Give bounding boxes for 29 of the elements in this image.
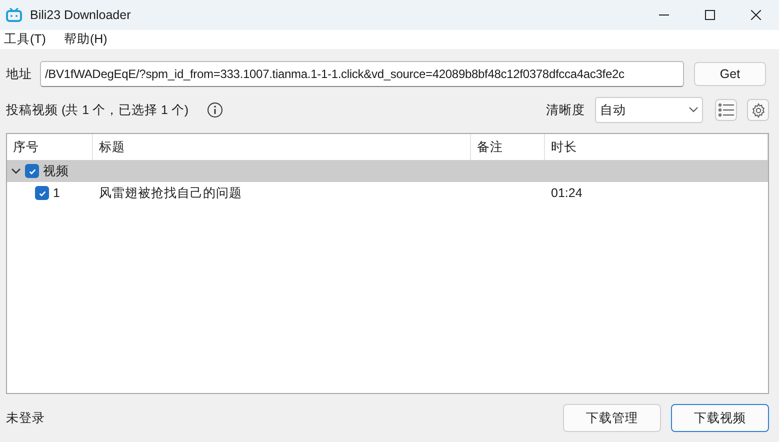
list-icon[interactable] bbox=[715, 99, 737, 121]
group-label: 视频 bbox=[43, 162, 69, 180]
chevron-down-icon bbox=[689, 107, 698, 113]
url-field[interactable]: /BV1fWADegEqE/?spm_id_from=333.1007.tianma.1-1-1.click&vd_source=42089b8bf48c12f0378dfcca4ac3fe2c bbox=[40, 61, 684, 87]
checkbox[interactable] bbox=[25, 164, 39, 178]
tv-icon bbox=[6, 8, 22, 22]
checkbox[interactable] bbox=[35, 186, 49, 200]
address-label: 地址 bbox=[6, 66, 32, 82]
group-row[interactable]: 视频 bbox=[7, 160, 768, 182]
title-cell-text: 风雷翅被抢找自己的问题 bbox=[98, 184, 243, 202]
close-icon bbox=[751, 10, 761, 20]
checkmark-icon bbox=[38, 188, 46, 198]
download-button[interactable]: 下载管理 bbox=[563, 404, 661, 432]
maximize-icon bbox=[705, 10, 715, 20]
video-summary: 投稿视频 (共 1 个，已选择 1 个) bbox=[6, 102, 189, 118]
duration-cell-text: 01:24 bbox=[550, 186, 584, 200]
window-title: Bili23 Downloader bbox=[30, 8, 132, 22]
settings-icon[interactable] bbox=[747, 99, 769, 121]
menu-item[interactable]: 帮助(H) bbox=[60, 31, 122, 48]
quality-label: 清晰度 bbox=[546, 102, 585, 118]
quality-dropdown[interactable]: 自动 bbox=[595, 97, 703, 123]
login-status: 未登录 bbox=[6, 410, 45, 426]
chevron-icon[interactable] bbox=[11, 166, 21, 176]
menu-item[interactable]: 工具(T) bbox=[0, 31, 60, 48]
info-icon[interactable] bbox=[206, 102, 223, 118]
checkmark-icon bbox=[28, 166, 36, 176]
download-button[interactable]: 下载视频 bbox=[671, 404, 769, 432]
get-button[interactable]: Get bbox=[694, 62, 766, 86]
index-cell: 1 bbox=[53, 186, 60, 200]
